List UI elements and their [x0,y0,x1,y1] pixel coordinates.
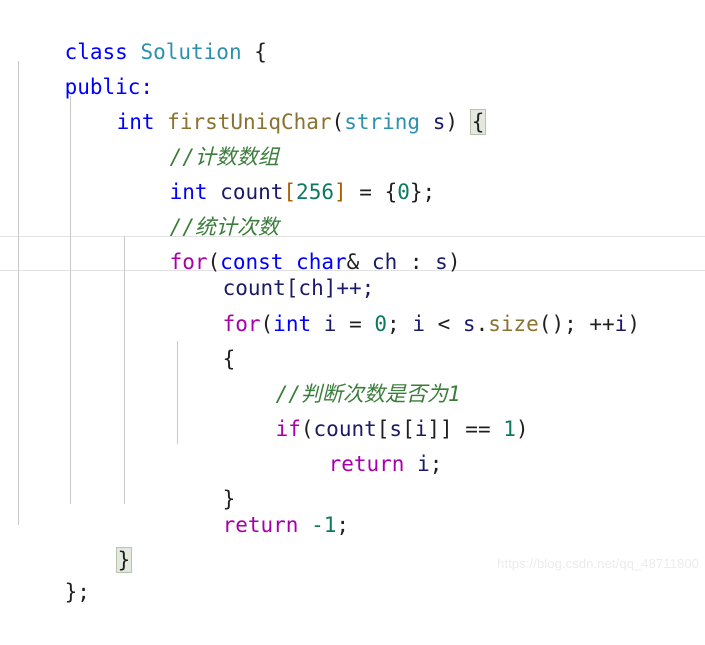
code-line[interactable]: int firstUniqChar(string s) { [0,70,705,135]
code-line[interactable]: int count[256] = {0}; [0,140,705,204]
code-line[interactable]: return -1; [0,473,705,537]
code-line[interactable]: class Solution { [0,0,705,64]
code-line[interactable]: { [0,307,705,371]
token-end-class: }; [64,580,90,604]
code-line[interactable]: //判断次数是否为1 [0,342,705,406]
code-editor[interactable]: class Solution { public: int firstUniqCh… [0,0,705,604]
watermark-url: https://blog.csdn.net/qq_48711800 [497,556,699,571]
code-line[interactable]: public: [0,35,705,99]
code-line[interactable]: for(int i = 0; i < s.size(); ++i) [0,272,705,336]
code-line-current[interactable]: count[ch]++; [0,236,705,300]
code-line[interactable]: //统计次数 [0,175,705,239]
code-line[interactable]: return i; [0,412,705,476]
code-line[interactable]: } [0,508,705,573]
code-line[interactable]: //计数数组 [0,105,705,169]
code-line[interactable]: if(count[s[i]] == 1) [0,377,705,441]
